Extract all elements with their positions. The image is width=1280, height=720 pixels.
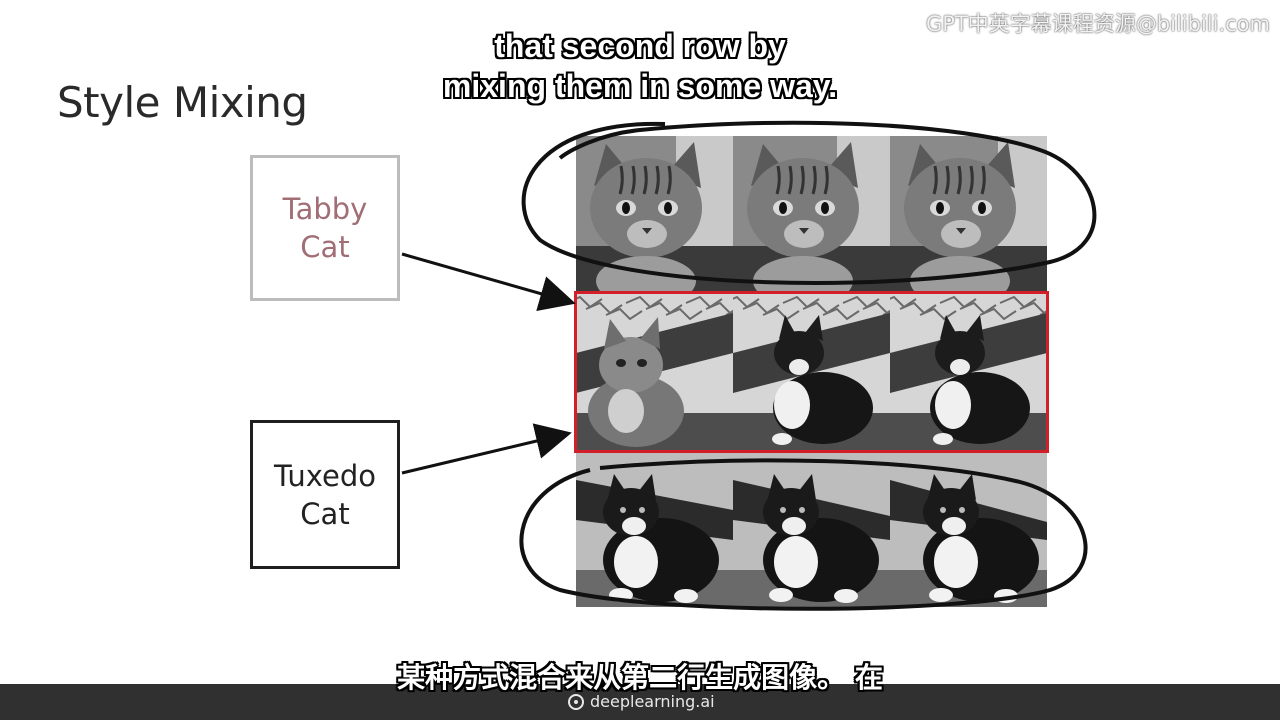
mixed-row-image-2 [733, 293, 890, 450]
mixed-row-image-3 [890, 293, 1047, 450]
tabby-row-image-3 [890, 136, 1047, 293]
tuxedo-cat-photo [733, 450, 890, 607]
slide: Style Mixing Tabby Cat Tuxedo Cat that s… [0, 0, 1280, 720]
tabby-mixed-cat-photo [576, 293, 733, 450]
tuxedo-mixed-cat-photo [733, 293, 890, 450]
tuxedo-cat-photo [890, 450, 1047, 607]
cat-image-grid [576, 136, 1047, 607]
mixed-row-image-1 [576, 293, 733, 450]
english-subtitle: that second row by mixing them in some w… [340, 26, 940, 106]
english-subtitle-line-1: that second row by [494, 28, 786, 64]
brand-name: deeplearning.ai [590, 692, 715, 711]
tuxedo-cat-label-box: Tuxedo Cat [250, 420, 400, 569]
tabby-arrow [401, 252, 576, 312]
tuxedo-row-image-2 [733, 450, 890, 607]
tabby-cat-label-box: Tabby Cat [250, 155, 400, 301]
tuxedo-label-line-2: Cat [300, 496, 350, 531]
tabby-cat-photo [576, 136, 733, 293]
tuxedo-row-image-1 [576, 450, 733, 607]
tuxedo-label-line-1: Tuxedo [274, 458, 376, 493]
tuxedo-mixed-cat-photo [890, 293, 1047, 450]
watermark: GPT中英字幕课程资源@bilibili.com [926, 12, 1270, 36]
tabby-cat-photo [890, 136, 1047, 293]
brand-footer: deeplearning.ai [568, 692, 715, 711]
tabby-label-line-2: Cat [300, 230, 350, 264]
tabby-cat-photo [733, 136, 890, 293]
deeplearning-logo-icon [568, 693, 584, 710]
slide-title: Style Mixing [57, 78, 308, 127]
tuxedo-row-image-3 [890, 450, 1047, 607]
tuxedo-arrow [401, 423, 572, 475]
chinese-subtitle: 某种方式混合来从第二行生成图像。 在 [397, 661, 883, 694]
tuxedo-cat-photo [576, 450, 733, 607]
tabby-row-image-2 [733, 136, 890, 293]
tabby-label-line-1: Tabby [282, 192, 368, 226]
tabby-row-image-1 [576, 136, 733, 293]
english-subtitle-line-2: mixing them in some way. [442, 68, 838, 104]
